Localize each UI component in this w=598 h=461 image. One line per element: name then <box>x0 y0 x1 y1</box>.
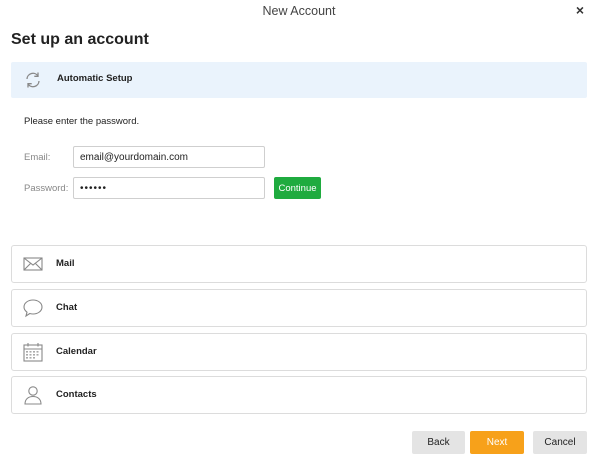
service-item-contacts[interactable]: Contacts <box>11 376 587 414</box>
next-button[interactable]: Next <box>470 431 524 454</box>
sync-icon <box>26 72 40 88</box>
window-title: New Account <box>262 4 336 18</box>
password-label: Password: <box>24 183 69 194</box>
close-icon[interactable]: × <box>572 2 588 18</box>
title-bar: New Account × <box>0 0 598 24</box>
service-item-mail[interactable]: Mail <box>11 245 587 283</box>
password-prompt: Please enter the password. <box>24 116 140 127</box>
cancel-button[interactable]: Cancel <box>533 431 587 454</box>
calendar-icon <box>23 343 43 362</box>
automatic-setup-label: Automatic Setup <box>57 73 133 84</box>
service-label-mail: Mail <box>56 258 75 269</box>
envelope-icon <box>23 257 43 271</box>
person-icon <box>24 386 42 405</box>
back-button[interactable]: Back <box>412 431 465 454</box>
email-label: Email: <box>24 152 51 163</box>
continue-button[interactable]: Continue <box>274 177 321 199</box>
automatic-setup-banner: Automatic Setup <box>11 62 587 98</box>
email-field[interactable] <box>73 146 265 168</box>
service-label-chat: Chat <box>56 302 78 313</box>
service-item-chat[interactable]: Chat <box>11 289 587 327</box>
password-field[interactable] <box>73 177 265 199</box>
service-label-calendar: Calendar <box>56 346 97 357</box>
service-label-contacts: Contacts <box>56 389 97 400</box>
service-item-calendar[interactable]: Calendar <box>11 333 587 371</box>
page-title: Set up an account <box>11 31 149 48</box>
chat-bubble-icon <box>23 299 43 318</box>
